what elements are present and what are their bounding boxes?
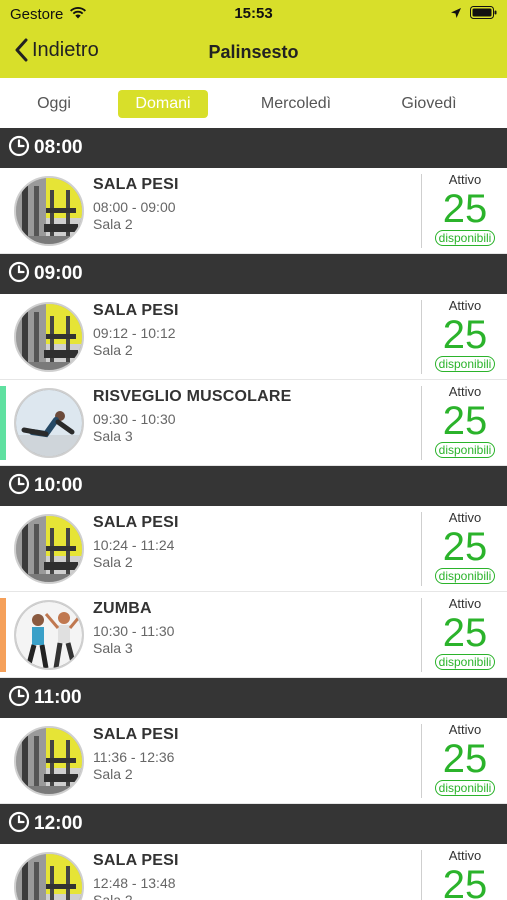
- tab-mercoledi[interactable]: Mercoledì: [248, 90, 344, 118]
- class-row[interactable]: RISVEGLIO MUSCOLARE 09:30 - 10:30 Sala 3 At…: [0, 380, 507, 466]
- status-label: Attivo: [448, 848, 482, 863]
- section-time-label: 09:00: [34, 263, 83, 284]
- availability-panel: Attivo25disponibili: [423, 596, 507, 671]
- class-row[interactable]: SALA PESI 12:48 - 13:48Sala 2 Attivo25disp…: [0, 844, 507, 900]
- tab-domani[interactable]: Domani: [118, 90, 208, 118]
- availability-panel: Attivo25disponibili: [423, 298, 507, 373]
- class-time: 08:00 - 09:00: [93, 199, 176, 215]
- divider: [421, 598, 422, 672]
- class-time: 09:12 - 10:12: [93, 325, 176, 341]
- class-time: 11:36 - 12:36: [93, 749, 175, 765]
- status-time: 15:53: [234, 5, 273, 22]
- class-room: Sala 2: [93, 766, 133, 782]
- clock-icon: [8, 135, 30, 162]
- section-time-label: 10:00: [34, 475, 83, 496]
- class-name: RISVEGLIO MUSCOLARE: [93, 388, 292, 405]
- divider: [421, 300, 422, 374]
- time-section-header: 10:00: [0, 466, 507, 506]
- available-label: disponibili: [434, 568, 496, 584]
- tab-giovedi[interactable]: Giovedì: [386, 90, 472, 118]
- battery-icon: [470, 6, 497, 24]
- clock-icon: [8, 685, 30, 712]
- time-section-header: 12:00: [0, 804, 507, 844]
- gym-icon: [14, 852, 84, 900]
- status-label: Attivo: [448, 384, 482, 399]
- available-label: disponibili: [434, 442, 496, 458]
- class-room: Sala 2: [93, 342, 133, 358]
- availability-panel: Attivo25disponibili: [423, 722, 507, 797]
- class-room: Sala 3: [93, 640, 133, 656]
- class-row[interactable]: SALA PESI 09:12 - 10:12 Sala 2 Attivo 25 disp…: [0, 294, 507, 380]
- divider: [421, 850, 422, 900]
- class-time: 10:30 - 11:30: [93, 623, 175, 639]
- class-name: SALA PESI: [93, 726, 179, 743]
- divider: [421, 174, 422, 248]
- gym-icon: [14, 726, 84, 796]
- available-label: disponibili: [434, 780, 496, 796]
- clock-icon: [8, 261, 30, 288]
- day-tabs: Oggi Domani Mercoledì Giovedì: [0, 78, 507, 128]
- class-room: Sala 3: [93, 428, 133, 444]
- clock-icon: [8, 473, 30, 500]
- class-room: Sala 2: [93, 554, 133, 570]
- available-count: 25: [442, 313, 488, 357]
- time-section-header: 09:00: [0, 254, 507, 294]
- divider: [421, 724, 422, 798]
- category-accent-bar: [0, 598, 6, 672]
- status-bar: Gestore 15:53: [0, 0, 507, 28]
- available-count: 25: [442, 525, 488, 569]
- page-title: Palinsesto: [208, 42, 299, 62]
- status-label: Attivo: [448, 596, 482, 611]
- divider: [421, 512, 422, 586]
- availability-panel: Attivo25disponibili: [423, 172, 507, 247]
- class-name: SALA PESI: [93, 852, 179, 869]
- class-row[interactable]: SALA PESI 11:36 - 12:36 Sala 2 Attivo 25 disp…: [0, 718, 507, 804]
- section-time-label: 12:00: [34, 813, 83, 834]
- schedule-list[interactable]: 08:00 SALA PESI 08:00 - 09:00 Sala 2 Attivo 2…: [0, 128, 507, 900]
- class-room: Sala 2: [93, 216, 133, 232]
- status-label: Attivo: [448, 172, 482, 187]
- tab-oggi[interactable]: Oggi: [18, 90, 90, 118]
- section-time-label: 08:00: [34, 137, 83, 158]
- class-name: SALA PESI: [93, 514, 179, 531]
- availability-panel: Attivo25disponibili: [423, 848, 507, 900]
- location-arrow-icon: [450, 6, 462, 24]
- status-label: Attivo: [448, 510, 482, 525]
- clock-icon: [8, 811, 30, 838]
- gym-icon: [14, 514, 84, 584]
- available-count: 25: [442, 863, 488, 900]
- availability-panel: Attivo25disponibili: [423, 510, 507, 585]
- class-name: SALA PESI: [93, 302, 179, 319]
- class-time: 12:48 - 13:48: [93, 875, 176, 891]
- gym-icon: [14, 176, 84, 246]
- navigation-bar: Indietro Palinsesto: [0, 28, 507, 78]
- dance-icon: [14, 600, 84, 670]
- class-name: SALA PESI: [93, 176, 179, 193]
- class-row[interactable]: ZUMBA 10:30 - 11:30 Sala 3 Attivo 25 disponib…: [0, 592, 507, 678]
- availability-panel: Attivo25disponibili: [423, 384, 507, 459]
- time-section-header: 08:00: [0, 128, 507, 168]
- available-count: 25: [442, 737, 488, 781]
- available-label: disponibili: [434, 654, 496, 670]
- class-row[interactable]: SALA PESI 08:00 - 09:00 Sala 2 Attivo 25 disp…: [0, 168, 507, 254]
- available-label: disponibili: [434, 230, 496, 246]
- status-label: Attivo: [448, 298, 482, 313]
- stretch-icon: [14, 388, 84, 458]
- available-count: 25: [442, 399, 488, 443]
- available-label: disponibili: [434, 356, 496, 372]
- available-count: 25: [442, 187, 488, 231]
- category-accent-bar: [0, 386, 6, 460]
- gym-icon: [14, 302, 84, 372]
- class-row[interactable]: SALA PESI 10:24 - 11:24 Sala 2 Attivo 25 disp…: [0, 506, 507, 592]
- class-room: Sala 2: [93, 892, 133, 900]
- class-time: 09:30 - 10:30: [93, 411, 176, 427]
- class-name: ZUMBA: [93, 600, 152, 617]
- status-label: Attivo: [448, 722, 482, 737]
- divider: [421, 386, 422, 460]
- section-time-label: 11:00: [34, 687, 82, 708]
- available-count: 25: [442, 611, 488, 655]
- class-time: 10:24 - 11:24: [93, 537, 175, 553]
- time-section-header: 11:00: [0, 678, 507, 718]
